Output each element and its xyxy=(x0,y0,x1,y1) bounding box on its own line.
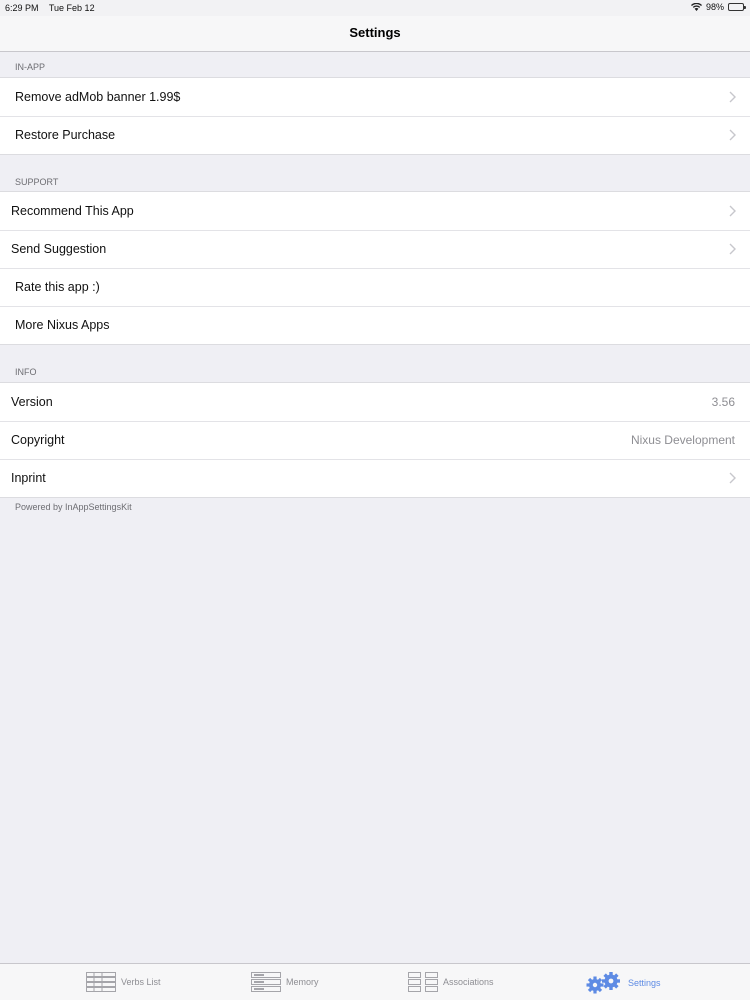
info-group: Version 3.56 Copyright Nixus Development… xyxy=(0,382,750,498)
powered-by-note: Powered by InAppSettingsKit xyxy=(15,502,132,512)
page-title: Settings xyxy=(349,25,401,40)
list-icon xyxy=(86,972,116,992)
remove-admob-row[interactable]: Remove adMob banner 1.99$ xyxy=(0,78,750,116)
chevron-right-icon xyxy=(729,91,736,103)
chevron-right-icon xyxy=(729,129,736,141)
tab-settings-label: Settings xyxy=(628,978,661,988)
inprint-label: Inprint xyxy=(11,471,46,485)
wifi-icon xyxy=(690,3,702,11)
more-apps-label: More Nixus Apps xyxy=(15,318,110,332)
recommend-app-row[interactable]: Recommend This App xyxy=(0,192,750,230)
tab-bar: Verbs List Memory Associations Settings xyxy=(0,963,750,1000)
gear-icon xyxy=(586,972,620,994)
section-header-in-app: IN-APP xyxy=(15,62,46,72)
rate-app-row[interactable]: Rate this app :) xyxy=(0,268,750,306)
section-header-support: SUPPORT xyxy=(15,177,59,187)
inprint-row[interactable]: Inprint xyxy=(0,459,750,497)
tab-memory[interactable]: Memory xyxy=(251,972,319,992)
navigation-bar: Settings xyxy=(0,16,750,52)
rate-app-label: Rate this app :) xyxy=(15,280,100,294)
tab-verbs-list[interactable]: Verbs List xyxy=(86,972,161,992)
copyright-row: Copyright Nixus Development xyxy=(0,421,750,459)
tab-settings[interactable]: Settings xyxy=(585,972,661,994)
section-header-info: INFO xyxy=(15,367,37,377)
battery-percent: 98% xyxy=(705,2,724,12)
tab-memory-label: Memory xyxy=(286,977,319,987)
status-bar: 6:29 PM Tue Feb 12 98% xyxy=(0,0,750,16)
send-suggestion-label: Send Suggestion xyxy=(11,242,107,256)
chevron-right-icon xyxy=(729,243,736,255)
associations-icon xyxy=(408,972,438,992)
version-label: Version xyxy=(11,395,53,409)
version-row: Version 3.56 xyxy=(0,383,750,421)
in-app-group: Remove adMob banner 1.99$ Restore Purcha… xyxy=(0,77,750,155)
battery-icon xyxy=(728,3,746,11)
tab-associations-label: Associations xyxy=(443,977,494,987)
chevron-right-icon xyxy=(729,205,736,217)
chevron-right-icon xyxy=(729,472,736,484)
restore-purchase-label: Restore Purchase xyxy=(15,128,116,142)
status-time: 6:29 PM xyxy=(5,3,39,13)
support-group: Recommend This App Send Suggestion Rate … xyxy=(0,191,750,345)
memory-icon xyxy=(251,972,281,992)
version-value: 3.56 xyxy=(711,395,735,409)
recommend-app-label: Recommend This App xyxy=(11,204,134,218)
restore-purchase-row[interactable]: Restore Purchase xyxy=(0,116,750,154)
more-apps-row[interactable]: More Nixus Apps xyxy=(0,306,750,344)
copyright-value: Nixus Development xyxy=(630,433,735,447)
remove-admob-label: Remove adMob banner 1.99$ xyxy=(15,90,181,104)
status-date: Tue Feb 12 xyxy=(48,3,95,13)
tab-associations[interactable]: Associations xyxy=(408,972,494,992)
tab-verbs-list-label: Verbs List xyxy=(121,977,161,987)
copyright-label: Copyright xyxy=(11,433,65,447)
send-suggestion-row[interactable]: Send Suggestion xyxy=(0,230,750,268)
